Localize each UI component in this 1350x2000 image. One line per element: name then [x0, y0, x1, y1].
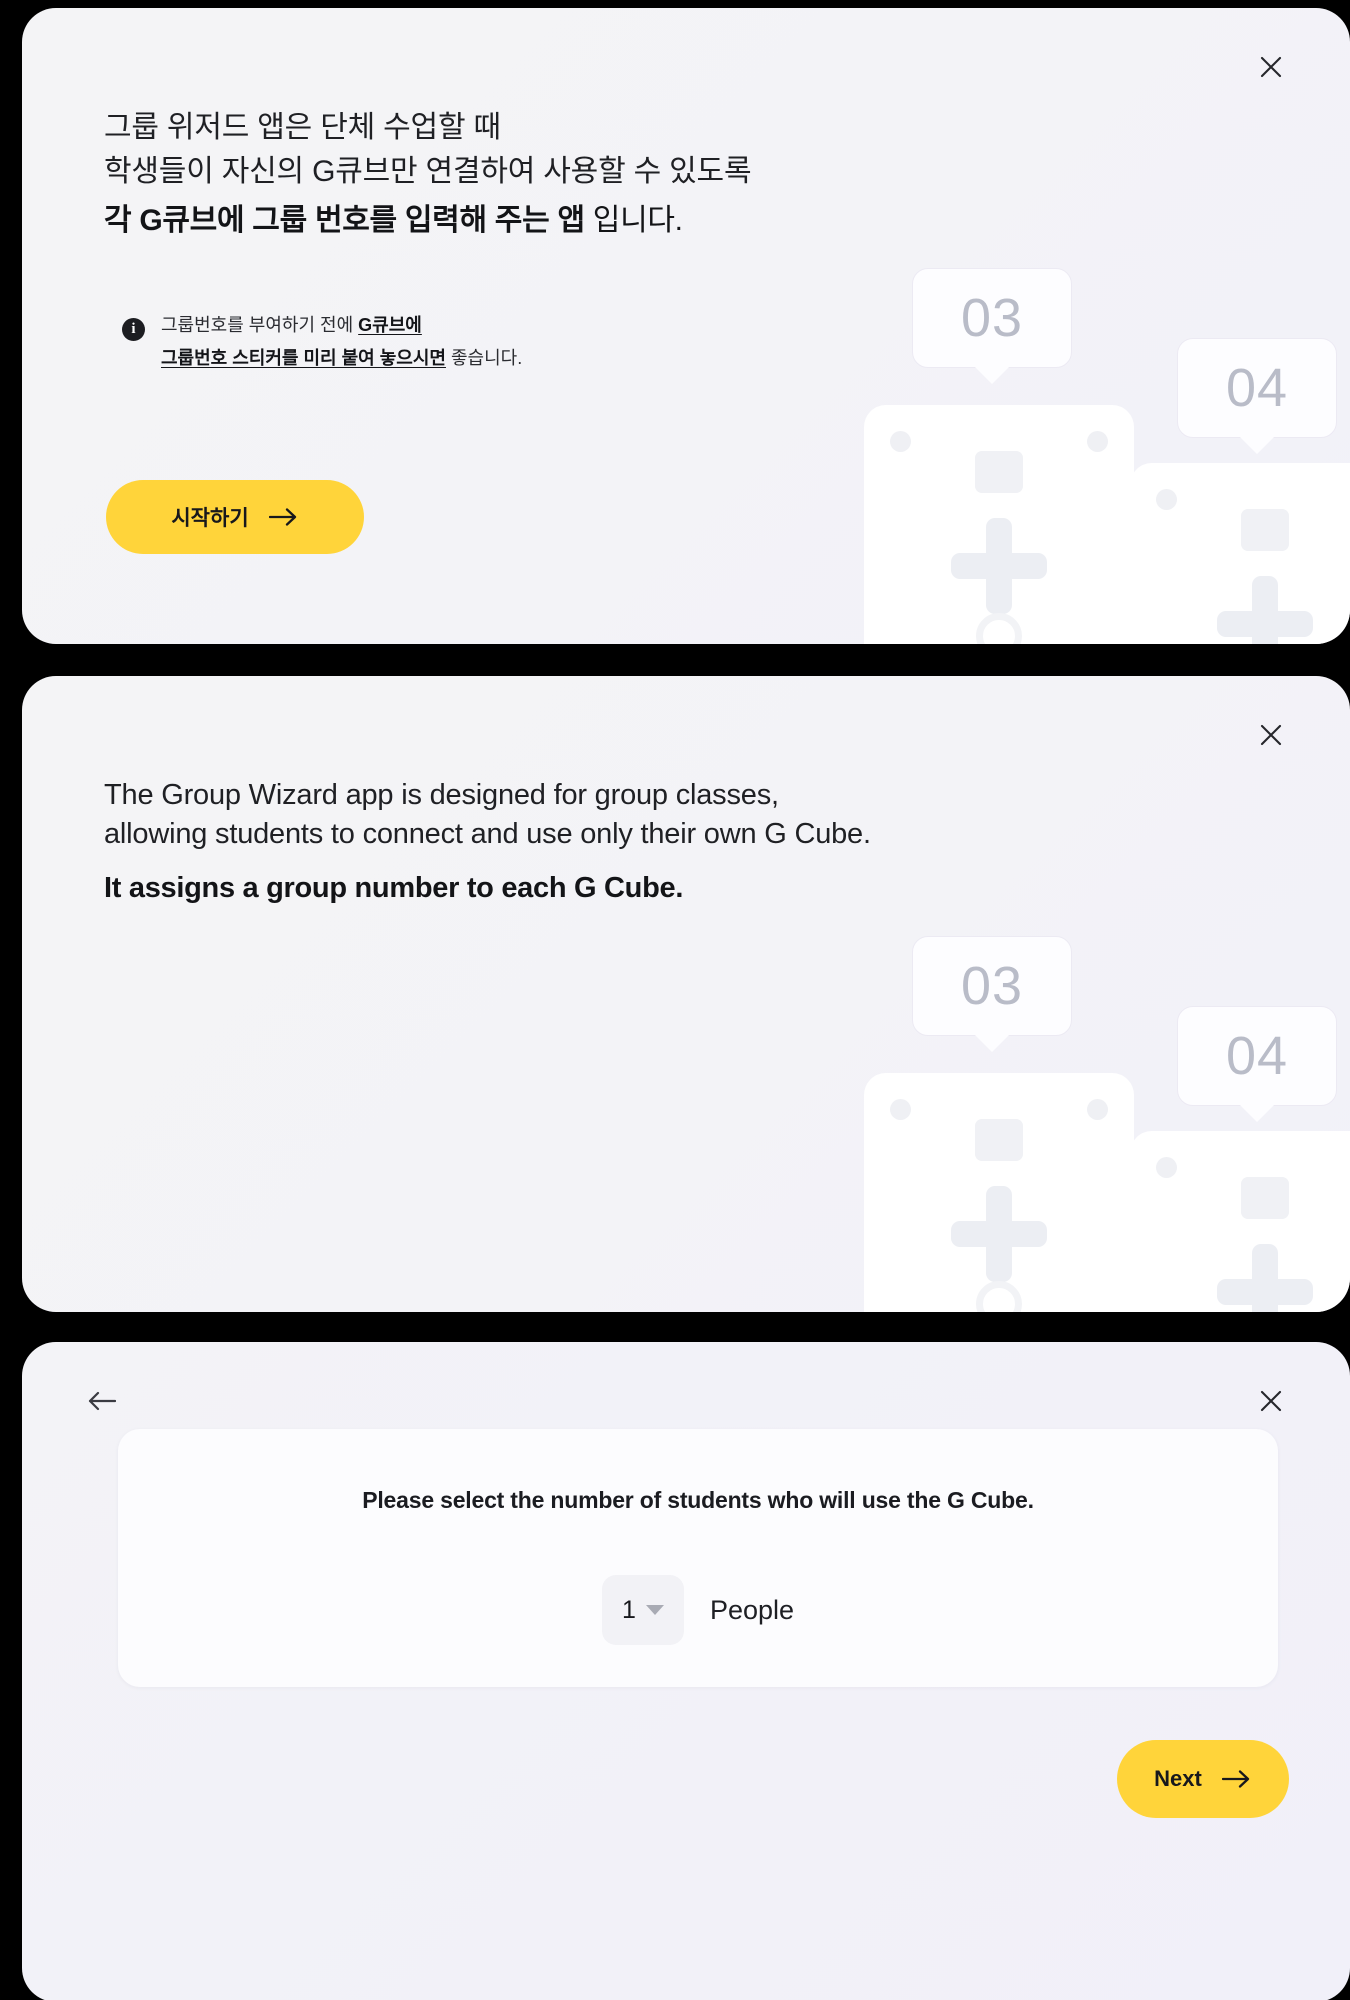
info-note-korean: i 그룹번호를 부여하기 전에 G큐브에 그룹번호 스티커를 미리 붙여 놓으시… [122, 314, 522, 369]
intro-line-1: 그룹 위저드 앱은 단체 수업할 때 [104, 111, 501, 144]
gcube-ring-icon [976, 613, 1022, 644]
info-note-lines: 그룹번호를 부여하기 전에 G큐브에 그룹번호 스티커를 미리 붙여 놓으시면 … [161, 314, 522, 369]
close-button[interactable] [1250, 46, 1292, 88]
gcube-dot-left-icon [1156, 489, 1177, 510]
gcube-plus-icon [1217, 1279, 1313, 1305]
close-icon [1260, 56, 1282, 78]
app-screen: 03 04 그룹 위저드 앱은 단체 수업할 때 학생들이 자신의 G큐브만 연… [0, 0, 1350, 2000]
gcube-plus-icon [1217, 611, 1313, 637]
intro-line-3: 각 G큐브에 그룹 번호를 입력해 주는 앱 입니다. [104, 199, 751, 243]
info-note-line-2-plain: 좋습니다. [445, 347, 523, 368]
back-button[interactable] [80, 1380, 122, 1422]
info-note-line-1-plain: 그룹번호를 부여하기 전에 [161, 315, 359, 335]
gcube-screen-icon [1241, 509, 1289, 551]
intro-text-english: The Group Wizard app is designed for gro… [104, 776, 871, 909]
info-note-line-2-underline: 그룹번호 스티커를 미리 붙여 놓으시면 [161, 347, 446, 368]
info-note-line-1-underline: G큐브에 [358, 315, 422, 335]
student-count-panel: Please select the number of students who… [118, 1429, 1278, 1687]
intro-line-3-bold: 각 G큐브에 그룹 번호를 입력해 주는 앱 [104, 204, 585, 237]
arrow-left-icon [88, 1391, 116, 1411]
student-count-value: 1 [622, 1595, 636, 1624]
gcube-screen-icon [1241, 1177, 1289, 1219]
intro-line-3-tail: 입니다. [584, 204, 683, 237]
gcube-plus-icon [1252, 1244, 1278, 1312]
student-count-selector-row: 1 People [118, 1575, 1278, 1645]
onboarding-card-english: 03 04 The Group Wizard app is designed f… [22, 676, 1350, 1312]
gcube-plus-icon [986, 518, 1012, 614]
gcube-ring-icon [976, 1281, 1022, 1312]
gcube-device-graphic [864, 1073, 1134, 1312]
gcube-plus-icon [1252, 576, 1278, 644]
gcube-screen-icon [975, 451, 1023, 493]
next-button-label: Next [1154, 1766, 1202, 1791]
gcube-dot-left-icon [890, 431, 911, 452]
close-button[interactable] [1250, 714, 1292, 756]
info-note-line-1: 그룹번호를 부여하기 전에 G큐브에 [161, 314, 522, 337]
intro-line-2: 학생들이 자신의 G큐브만 연결하여 사용할 수 있도록 [104, 154, 752, 188]
gcube-device-graphic [1130, 463, 1350, 644]
close-icon [1260, 1390, 1282, 1412]
next-button[interactable]: Next [1117, 1740, 1289, 1818]
gcube-dot-right-icon [1087, 1099, 1108, 1120]
gcube-device-graphic [864, 405, 1134, 644]
gcube-plus-icon [986, 1186, 1012, 1282]
gcube-plus-icon [951, 553, 1047, 579]
onboarding-card-korean: 03 04 그룹 위저드 앱은 단체 수업할 때 학생들이 자신의 G큐브만 연… [22, 8, 1350, 644]
panel-title: Please select the number of students who… [362, 1487, 1034, 1513]
intro-line-3: It assigns a group number to each G Cube… [104, 871, 684, 904]
student-count-select[interactable]: 1 [601, 1575, 684, 1645]
start-button-korean[interactable]: 시작하기 [106, 480, 364, 554]
gcube-screen-icon [975, 1119, 1023, 1161]
group-number-bubble: 03 [912, 268, 1072, 368]
intro-line-2: allowing students to connect and use onl… [104, 818, 871, 851]
chevron-down-icon [645, 1605, 664, 1615]
group-number-bubble: 04 [1177, 338, 1337, 438]
intro-text-korean: 그룹 위저드 앱은 단체 수업할 때 학생들이 자신의 G큐브만 연결하여 사용… [104, 106, 752, 243]
arrow-right-icon [268, 508, 296, 526]
arrow-right-icon [1221, 1770, 1249, 1788]
intro-line-1: The Group Wizard app is designed for gro… [104, 779, 779, 811]
close-icon [1260, 724, 1282, 746]
people-unit-label: People [709, 1594, 795, 1625]
info-note-line-2: 그룹번호 스티커를 미리 붙여 놓으시면 좋습니다. [161, 347, 522, 370]
start-button-label: 시작하기 [171, 507, 249, 530]
gcube-device-graphic [1130, 1131, 1350, 1312]
gcube-plus-icon [951, 1221, 1047, 1247]
info-icon: i [122, 318, 145, 341]
close-button[interactable] [1250, 1380, 1292, 1422]
group-number-bubble: 03 [912, 936, 1072, 1036]
group-number-bubble: 04 [1177, 1006, 1337, 1106]
gcube-dot-left-icon [1156, 1157, 1177, 1178]
gcube-dot-left-icon [890, 1099, 911, 1120]
gcube-dot-right-icon [1087, 431, 1108, 452]
